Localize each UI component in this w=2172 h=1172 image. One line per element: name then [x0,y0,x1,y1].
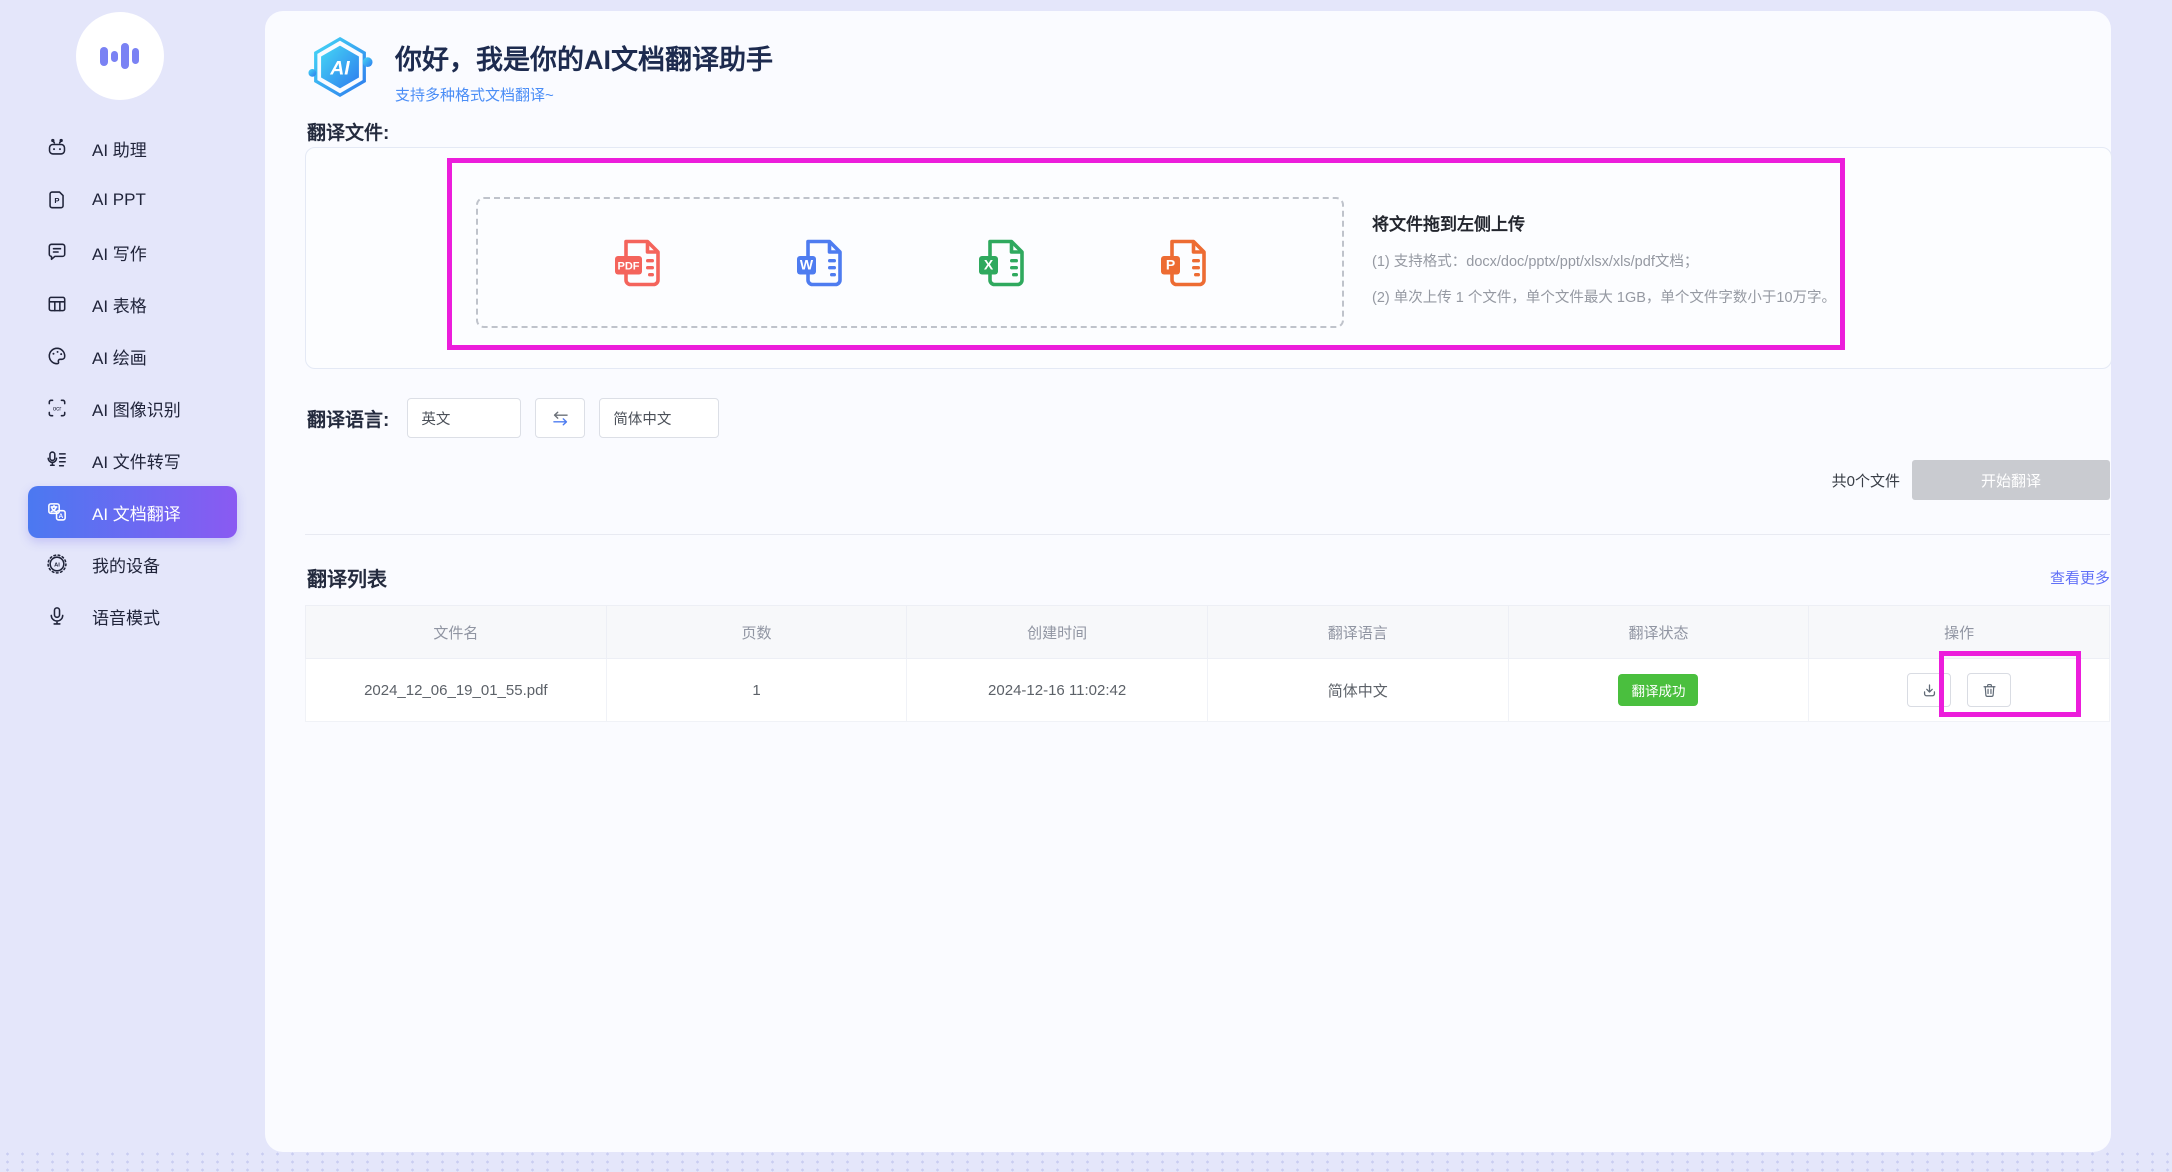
sidebar-item-label: AI PPT [92,190,146,210]
background-dots [0,1150,2172,1172]
app-logo [76,12,164,100]
ocr-icon: ocr [46,397,68,419]
sidebar: AI 助理 P AI PPT AI 写作 AI 表格 AI 绘画 ocr AI 图像… [0,0,265,1172]
ppt-file-icon: P [46,189,68,211]
ppt-file-icon: P [1155,235,1211,291]
main-content: AI 你好，我是你的AI文档翻译助手 支持多种格式文档翻译~ 翻译文件: PDF… [265,11,2111,1152]
translate-icon: A [46,501,68,523]
list-title: 翻译列表 [305,563,387,592]
sidebar-item-ai-ppt[interactable]: P AI PPT [28,174,237,226]
svg-text:PDF: PDF [618,260,640,272]
svg-text:AI: AI [329,57,350,79]
upload-instructions: 将文件拖到左侧上传 (1) 支持格式：docx/doc/pptx/ppt/xls… [1372,210,1836,307]
sidebar-item-label: AI 绘画 [92,344,147,369]
upload-section-label: 翻译文件: [307,118,389,145]
page-subtitle: 支持多种格式文档翻译~ [395,84,773,105]
swap-languages-button[interactable] [535,398,585,438]
word-file-icon: W [791,235,847,291]
sidebar-menu: AI 助理 P AI PPT AI 写作 AI 表格 AI 绘画 ocr AI 图像… [0,122,265,642]
file-count: 共0个文件 [1832,470,1900,491]
sidebar-item-voice-mode[interactable]: 语音模式 [28,590,237,642]
column-header: 操作 [1809,606,2110,659]
delete-button[interactable] [1967,673,2011,707]
column-header: 翻译状态 [1508,606,1809,659]
svg-text:ocr: ocr [53,405,62,412]
sidebar-item-label: AI 文件转写 [92,448,181,473]
column-header: 文件名 [306,606,607,659]
svg-text:P: P [54,196,59,205]
download-icon [1921,682,1938,699]
devices-icon: AI [46,553,68,575]
sidebar-item-ai-drawing[interactable]: AI 绘画 [28,330,237,382]
ai-hexagon-icon: AI [307,34,373,100]
column-header: 创建时间 [907,606,1208,659]
sidebar-item-label: AI 文档翻译 [92,500,181,525]
source-language-value: 英文 [421,408,450,429]
upload-instructions-title: 将文件拖到左侧上传 [1372,210,1836,235]
target-language-value: 简体中文 [613,408,671,429]
sidebar-item-my-devices[interactable]: AI 我的设备 [28,538,237,590]
sidebar-item-label: 我的设备 [92,552,160,577]
svg-text:A: A [58,513,63,520]
sidebar-item-label: AI 表格 [92,292,147,317]
upload-format-note: (1) 支持格式：docx/doc/pptx/ppt/xlsx/xls/pdf文… [1372,250,1836,271]
status-badge: 翻译成功 [1618,674,1698,706]
created-cell: 2024-12-16 11:02:42 [907,659,1208,722]
voice-icon [46,605,68,627]
transcribe-icon [46,449,68,471]
pdf-file-icon: PDF [609,235,665,291]
table-body: 2024_12_06_19_01_55.pdf12024-12-16 11:02… [306,659,2110,722]
list-header: 翻译列表 查看更多 [305,563,2110,592]
excel-file-icon: X [973,235,1029,291]
sidebar-item-ai-writing[interactable]: AI 写作 [28,226,237,278]
table-row: 2024_12_06_19_01_55.pdf12024-12-16 11:02… [306,659,2110,722]
column-header: 翻译语言 [1207,606,1508,659]
status-cell: 翻译成功 [1508,659,1809,722]
table-icon [46,293,68,315]
palette-icon [46,345,68,367]
sidebar-item-ai-assistant[interactable]: AI 助理 [28,122,237,174]
swap-icon [550,408,571,429]
file-dropzone[interactable]: PDF W X P [476,197,1344,328]
sidebar-item-ai-doc-translate[interactable]: A AI 文档翻译 [28,486,237,538]
writing-icon [46,241,68,263]
view-more-link[interactable]: 查看更多 [2050,567,2110,588]
svg-text:AI: AI [54,562,60,568]
sidebar-item-label: 语音模式 [92,604,160,629]
start-row: 共0个文件 开始翻译 [305,460,2110,500]
app: AI 助理 P AI PPT AI 写作 AI 表格 AI 绘画 ocr AI 图像… [0,0,2172,1172]
sidebar-item-ai-ocr[interactable]: ocr AI 图像识别 [28,382,237,434]
start-translate-button[interactable]: 开始翻译 [1912,460,2110,500]
sidebar-item-ai-table[interactable]: AI 表格 [28,278,237,330]
sidebar-item-ai-transcribe[interactable]: AI 文件转写 [28,434,237,486]
upload-card: PDF W X P 将文件拖到左侧上传 (1) 支持格式：docx/doc/pp… [305,147,2112,369]
language-section-label: 翻译语言: [307,405,389,432]
source-language-select[interactable]: 英文 [407,398,521,438]
filename-cell: 2024_12_06_19_01_55.pdf [306,659,607,722]
svg-text:P: P [1166,256,1175,272]
sidebar-item-label: AI 图像识别 [92,396,181,421]
robot-icon [46,137,68,159]
hero: AI 你好，我是你的AI文档翻译助手 支持多种格式文档翻译~ [307,34,773,105]
page-title: 你好，我是你的AI文档翻译助手 [395,38,773,77]
column-header: 页数 [606,606,907,659]
section-divider [305,534,2110,535]
pages-cell: 1 [606,659,907,722]
language-cell: 简体中文 [1207,659,1508,722]
target-language-select[interactable]: 简体中文 [599,398,719,438]
svg-text:X: X [984,256,994,272]
upload-size-note: (2) 单次上传 1 个文件，单个文件最大 1GB，单个文件字数小于10万字。 [1372,286,1836,307]
waveform-logo-icon [96,34,144,78]
sidebar-item-label: AI 助理 [92,136,147,161]
language-row: 翻译语言: 英文 简体中文 [307,398,719,438]
svg-text:W: W [800,256,814,272]
sidebar-item-label: AI 写作 [92,240,147,265]
table-header-row: 文件名页数创建时间翻译语言翻译状态操作 [306,606,2110,659]
translation-table: 文件名页数创建时间翻译语言翻译状态操作 2024_12_06_19_01_55.… [305,605,2110,722]
trash-icon [1981,682,1998,699]
actions-cell [1809,659,2110,722]
download-button[interactable] [1907,673,1951,707]
